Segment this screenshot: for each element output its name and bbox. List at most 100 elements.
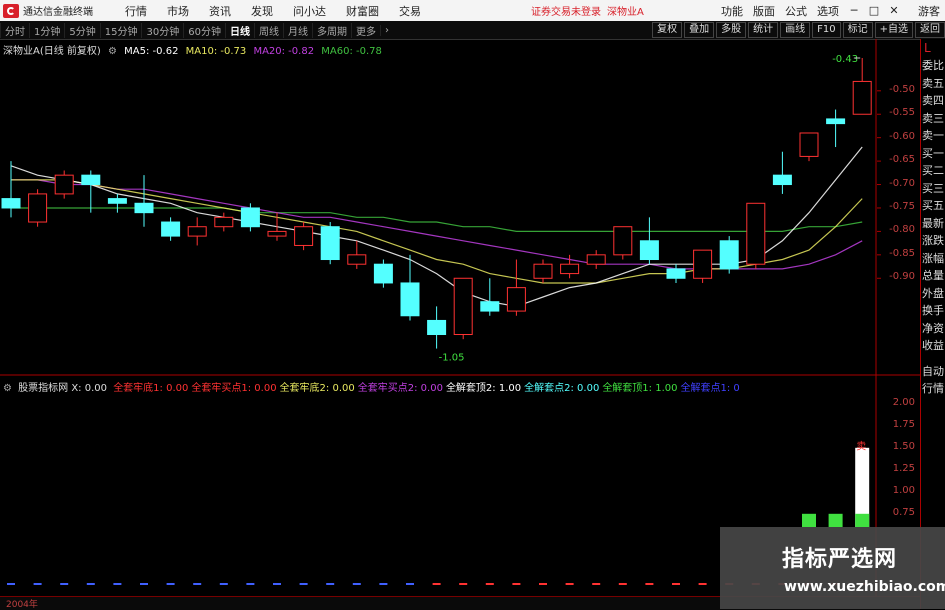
ma20-line [11,179,863,270]
mini-bar [618,583,627,585]
stock-title: 深物业A(日线 前复权) [3,46,101,57]
candle-body [320,226,340,261]
mini-bar [273,583,281,585]
period-week[interactable]: 周线 [253,22,283,38]
btn-f10[interactable]: F10 [812,22,841,38]
sidebar-item-17[interactable]: 自动 [921,363,945,381]
sidebar-item-1: 卖五 [922,76,944,90]
watermark-cn: 指标严选网 [782,547,898,572]
more-arrow-icon[interactable]: › [379,24,393,36]
ma20-label: MA20: -0.82 [253,46,315,57]
candle-body [161,221,181,237]
menu-gongneng[interactable]: 功能 [721,3,743,19]
menu-xuanxiang[interactable]: 选项 [817,3,839,19]
watermark: 指标严选网 www.xuezhibiao.com [720,527,945,609]
sidebar-item-12: 总量 [922,269,944,282]
menu-item-caifuquan[interactable]: 财富圈 [346,3,379,19]
candle-body [134,202,154,214]
low-label: -1.05 [439,353,465,364]
sidebar-item-11: 涨幅 [922,251,944,265]
indicator-settings-icon[interactable]: ⚙ [3,383,12,394]
close-icon[interactable]: ✕ [886,4,902,17]
period-1min[interactable]: 1分钟 [29,22,64,38]
candle-body [639,240,659,261]
sidebar-item-8: 买五 [922,199,944,212]
mini-bar [326,583,335,585]
btn-fuquan[interactable]: 复权 [652,22,683,38]
sidebar-item-13: 外盘 [922,286,944,300]
menu-item-shichang[interactable]: 市场 [167,3,189,19]
period-5min[interactable]: 5分钟 [64,22,99,38]
price-axis-label: -0.70 [889,177,915,189]
app-logo-icon [3,3,19,18]
menu-item-jiaoyi[interactable]: 交易 [399,3,421,19]
period-60min[interactable]: 60分钟 [183,22,225,38]
mini-bar [86,583,95,585]
login-status[interactable]: 证券交易未登录 [531,3,601,18]
candle-body [1,198,21,209]
candle-body [772,174,792,186]
sidebar-item-3: 卖三 [922,111,944,125]
mini-bar [33,583,42,585]
candle-body [826,118,846,125]
period-15min[interactable]: 15分钟 [99,22,142,38]
btn-biaoji[interactable]: 标记 [842,22,873,38]
btn-diejia[interactable]: 叠加 [684,22,715,38]
btn-zixuan[interactable]: +自选 [874,22,913,38]
menu-item-hangqing[interactable]: 行情 [125,3,147,19]
btn-tongji[interactable]: 统计 [748,22,779,38]
settings-icon[interactable]: ⚙ [108,46,117,57]
menu-banmian[interactable]: 版面 [753,3,775,19]
candlestick-chart[interactable]: -0.43 -1.05 卖 [0,0,945,609]
mini-bar [299,583,308,585]
btn-huaxian[interactable]: 画线 [780,22,811,38]
maximize-icon[interactable]: □ [866,4,882,17]
period-day[interactable]: 日线 [224,22,254,38]
indicator-bar [855,513,870,527]
indicator-axis-label: 1.25 [892,462,915,474]
candle-body [294,226,314,246]
period-more[interactable]: 更多 [350,22,380,38]
mini-bar [140,583,148,585]
menu-bar: 通达信金融终端 行情 市场 资讯 发现 问小达 财富圈 交易 证券交易未登录 深… [0,0,945,22]
menu-item-wenxiaoda[interactable]: 问小达 [293,3,326,19]
price-axis-label: -0.65 [889,154,915,166]
candle-body [187,226,207,237]
candle-body [373,263,393,284]
candle-body [107,198,127,204]
mini-bar [379,583,388,585]
minimize-icon[interactable]: ─ [846,4,862,17]
candle-body [852,80,872,115]
sidebar-item-9: 最新 [922,216,944,230]
price-axis-label: -0.90 [889,271,915,283]
indicator-item-7: 全解套点1: 0 [680,383,740,394]
indicator-bar [802,513,816,527]
right-sidebar: L 委比 卖五 卖四 卖三 卖一 买一 买二 买三 买五 最新 涨跌 涨幅 总量 外盘 换手 净资 收益 自动 行情 [920,39,945,609]
main-chart-info: 深物业A(日线 前复权) ⚙ MA5: -0.62 MA10: -0.73 MA… [3,42,386,57]
period-month[interactable]: 月线 [282,22,312,38]
candle-body [81,174,101,186]
btn-duogu[interactable]: 多股 [716,22,747,38]
stock-name: 深物业A [607,7,644,18]
sidebar-item-4: 卖一 [922,129,944,142]
period-fenshi[interactable]: 分时 [0,22,29,38]
sidebar-item-18[interactable]: 行情 [921,380,945,398]
candle-body [560,263,580,275]
menu-gongshi[interactable]: 公式 [785,3,807,19]
mini-bar [7,583,15,585]
mini-bar [432,583,441,585]
indicator-item-4: 全解套顶2: 1.00 [445,383,522,394]
sidebar-item-5: 买一 [922,146,944,160]
candle-body [28,193,48,223]
sidebar-L[interactable]: L [921,39,945,57]
mini-bar [246,583,255,585]
ma60-label: MA60: -0.78 [321,46,382,57]
candle-body [214,216,234,228]
mini-bar [485,583,494,585]
menu-item-faxian[interactable]: 发现 [251,3,273,19]
period-30min[interactable]: 30分钟 [141,22,183,38]
user-label[interactable]: 游客 [918,3,940,19]
menu-item-zixun[interactable]: 资讯 [209,3,231,19]
period-multi[interactable]: 多周期 [311,22,351,38]
btn-fanhui[interactable]: 返回 [915,22,945,38]
